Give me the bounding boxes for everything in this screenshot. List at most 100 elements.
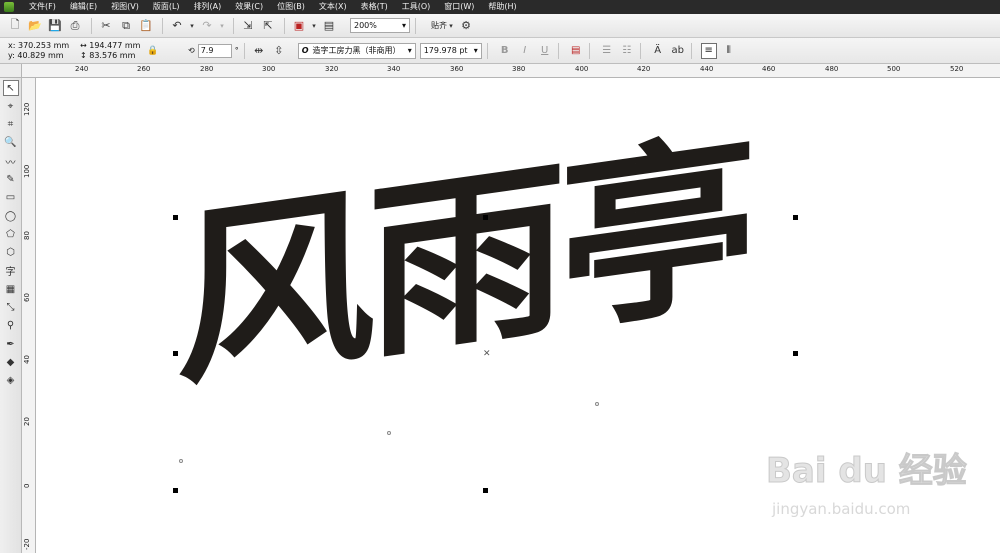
launcher-icon[interactable]: ▣ — [290, 17, 308, 35]
export-icon[interactable]: ⇱ — [259, 17, 277, 35]
menu-bitmaps[interactable]: 位图(B) — [270, 0, 312, 14]
menu-edit[interactable]: 编辑(E) — [63, 0, 104, 14]
ruler-label: 360 — [450, 65, 464, 73]
toolbar-separator — [588, 42, 590, 59]
bold-icon[interactable]: B — [497, 43, 513, 59]
text-align-icon[interactable]: ▤ — [568, 43, 584, 59]
selection-handle-top-left[interactable] — [173, 215, 178, 220]
menu-effects[interactable]: 效果(C) — [228, 0, 270, 14]
width-field[interactable]: ↔ 194.477 mm — [80, 41, 140, 51]
text-tool-icon[interactable]: 字 — [3, 263, 19, 279]
drop-cap-icon[interactable]: ☷ — [619, 43, 635, 59]
smart-fill-icon[interactable]: ✎ — [3, 171, 19, 187]
launcher-dropdown-icon[interactable]: ▾ — [310, 17, 318, 35]
height-value: 83.576 mm — [89, 50, 136, 60]
rotation-center-icon[interactable]: ✕ — [483, 349, 491, 359]
rotation-angle-input[interactable]: 7.9 — [197, 43, 232, 58]
import-icon[interactable]: ⇲ — [239, 17, 257, 35]
shape-tool-icon[interactable]: ⌖ — [3, 98, 19, 114]
italic-icon[interactable]: I — [517, 43, 533, 59]
angle-unit: ° — [234, 46, 239, 55]
undo-dropdown-icon[interactable]: ▾ — [188, 17, 196, 35]
cut-icon[interactable]: ✂ — [97, 17, 115, 35]
ruler-label: 420 — [637, 65, 651, 73]
eyedropper-tool-icon[interactable]: ⚲ — [3, 318, 19, 334]
selection-handle-bottom-left[interactable] — [173, 488, 178, 493]
x-position-field[interactable]: x: 370.253 mm — [8, 41, 76, 51]
chevron-down-icon: ▾ — [473, 46, 478, 55]
selected-artistic-text[interactable]: 风雨亭 — [176, 111, 749, 413]
ruler-label: 340 — [387, 65, 401, 73]
horizontal-ruler[interactable]: 240 260 280 300 320 340 360 380 400 420 … — [22, 64, 1000, 78]
paste-icon[interactable]: 📋 — [137, 17, 155, 35]
edit-text-icon[interactable]: ab — [670, 43, 686, 59]
outline-pen-icon[interactable]: ✒ — [3, 336, 19, 352]
copy-icon[interactable]: ⧉ — [117, 17, 135, 35]
selection-handle-top-right[interactable] — [793, 215, 798, 220]
selection-handle-top[interactable] — [483, 215, 488, 220]
character-formatting-icon[interactable]: Ä — [650, 43, 666, 59]
lock-ratio-icon[interactable]: 🔒 — [144, 42, 162, 60]
print-icon[interactable]: ⎙ — [66, 17, 84, 35]
welcome-screen-icon[interactable]: ▤ — [320, 17, 338, 35]
node-handle[interactable] — [179, 459, 183, 463]
font-list-select[interactable]: O 造字工房力黑（非商用） ▾ — [297, 42, 416, 59]
ruler-label: 60 — [23, 293, 31, 302]
options-icon[interactable]: ⚙ — [457, 17, 475, 35]
node-handle[interactable] — [387, 431, 391, 435]
bullet-list-icon[interactable]: ☰ — [599, 43, 615, 59]
width-icon: ↔ — [80, 40, 87, 50]
redo-icon[interactable]: ↷ — [198, 17, 216, 35]
menu-tools[interactable]: 工具(O) — [395, 0, 438, 14]
menu-text[interactable]: 文本(X) — [312, 0, 354, 14]
menu-help[interactable]: 帮助(H) — [481, 0, 523, 14]
selection-handle-bottom[interactable] — [483, 488, 488, 493]
ruler-label: -20 — [23, 538, 31, 550]
drawing-canvas[interactable]: 风雨亭 ✕ Bai du 经验 jingyan.baidu.com — [36, 78, 1000, 553]
save-icon[interactable]: 💾 — [46, 17, 64, 35]
ruler-label: 20 — [23, 417, 31, 426]
undo-icon[interactable]: ↶ — [168, 17, 186, 35]
mirror-horizontal-icon[interactable]: ⇹ — [250, 42, 268, 60]
menu-window[interactable]: 窗口(W) — [437, 0, 481, 14]
pick-tool-icon[interactable]: ↖ — [2, 80, 19, 96]
parallel-dimension-icon[interactable]: ⤡ — [3, 300, 19, 316]
y-position-field[interactable]: y: 40.829 mm — [8, 51, 76, 61]
fill-tool-icon[interactable]: ◆ — [3, 354, 19, 370]
redo-dropdown-icon[interactable]: ▾ — [218, 17, 226, 35]
underline-icon[interactable]: U — [537, 43, 553, 59]
zoom-level-select[interactable]: 200% ▾ — [350, 18, 410, 33]
standard-toolbar: 🗋 📂 💾 ⎙ ✂ ⧉ 📋 ↶ ▾ ↷ ▾ ⇲ ⇱ ▣ ▾ ▤ 200% ▾ 贴… — [0, 14, 1000, 38]
vertical-text-icon[interactable]: ⦀ — [721, 43, 737, 59]
height-field[interactable]: ↕ 83.576 mm — [80, 51, 140, 61]
toolbar-separator — [557, 42, 559, 59]
menu-layout[interactable]: 版面(L) — [146, 0, 187, 14]
ellipse-tool-icon[interactable]: ◯ — [3, 208, 19, 224]
menu-arrange[interactable]: 排列(A) — [187, 0, 229, 14]
mirror-vertical-icon[interactable]: ⇳ — [270, 42, 288, 60]
basic-shapes-icon[interactable]: ⬡ — [3, 245, 19, 261]
height-icon: ↕ — [80, 50, 87, 60]
horizontal-text-icon[interactable]: ≡ — [700, 42, 717, 59]
new-icon[interactable]: 🗋 — [6, 17, 24, 35]
polygon-tool-icon[interactable]: ⬠ — [3, 226, 19, 242]
zoom-tool-icon[interactable]: 🔍 — [3, 135, 19, 151]
snap-to-button[interactable]: 贴齐 — [431, 20, 447, 31]
menu-file[interactable]: 文件(F) — [22, 0, 63, 14]
font-size-select[interactable]: 179.978 pt ▾ — [419, 42, 482, 59]
crop-tool-icon[interactable]: ⌗ — [3, 117, 19, 133]
selection-handle-left[interactable] — [173, 351, 178, 356]
rectangle-tool-icon[interactable]: ▭ — [3, 190, 19, 206]
menu-table[interactable]: 表格(T) — [354, 0, 395, 14]
freehand-tool-icon[interactable]: 〰 — [3, 153, 19, 169]
table-tool-icon[interactable]: ▦ — [3, 281, 19, 297]
snap-dropdown-icon[interactable]: ▾ — [447, 17, 455, 35]
vertical-ruler[interactable]: 120 100 80 60 40 20 0 -20 — [22, 78, 36, 553]
ruler-label: 480 — [825, 65, 839, 73]
selection-handle-right[interactable] — [793, 351, 798, 356]
open-icon[interactable]: 📂 — [26, 17, 44, 35]
node-handle[interactable] — [595, 402, 599, 406]
ruler-origin[interactable] — [0, 64, 22, 78]
menu-view[interactable]: 视图(V) — [104, 0, 146, 14]
interactive-fill-icon[interactable]: ◈ — [3, 373, 19, 389]
